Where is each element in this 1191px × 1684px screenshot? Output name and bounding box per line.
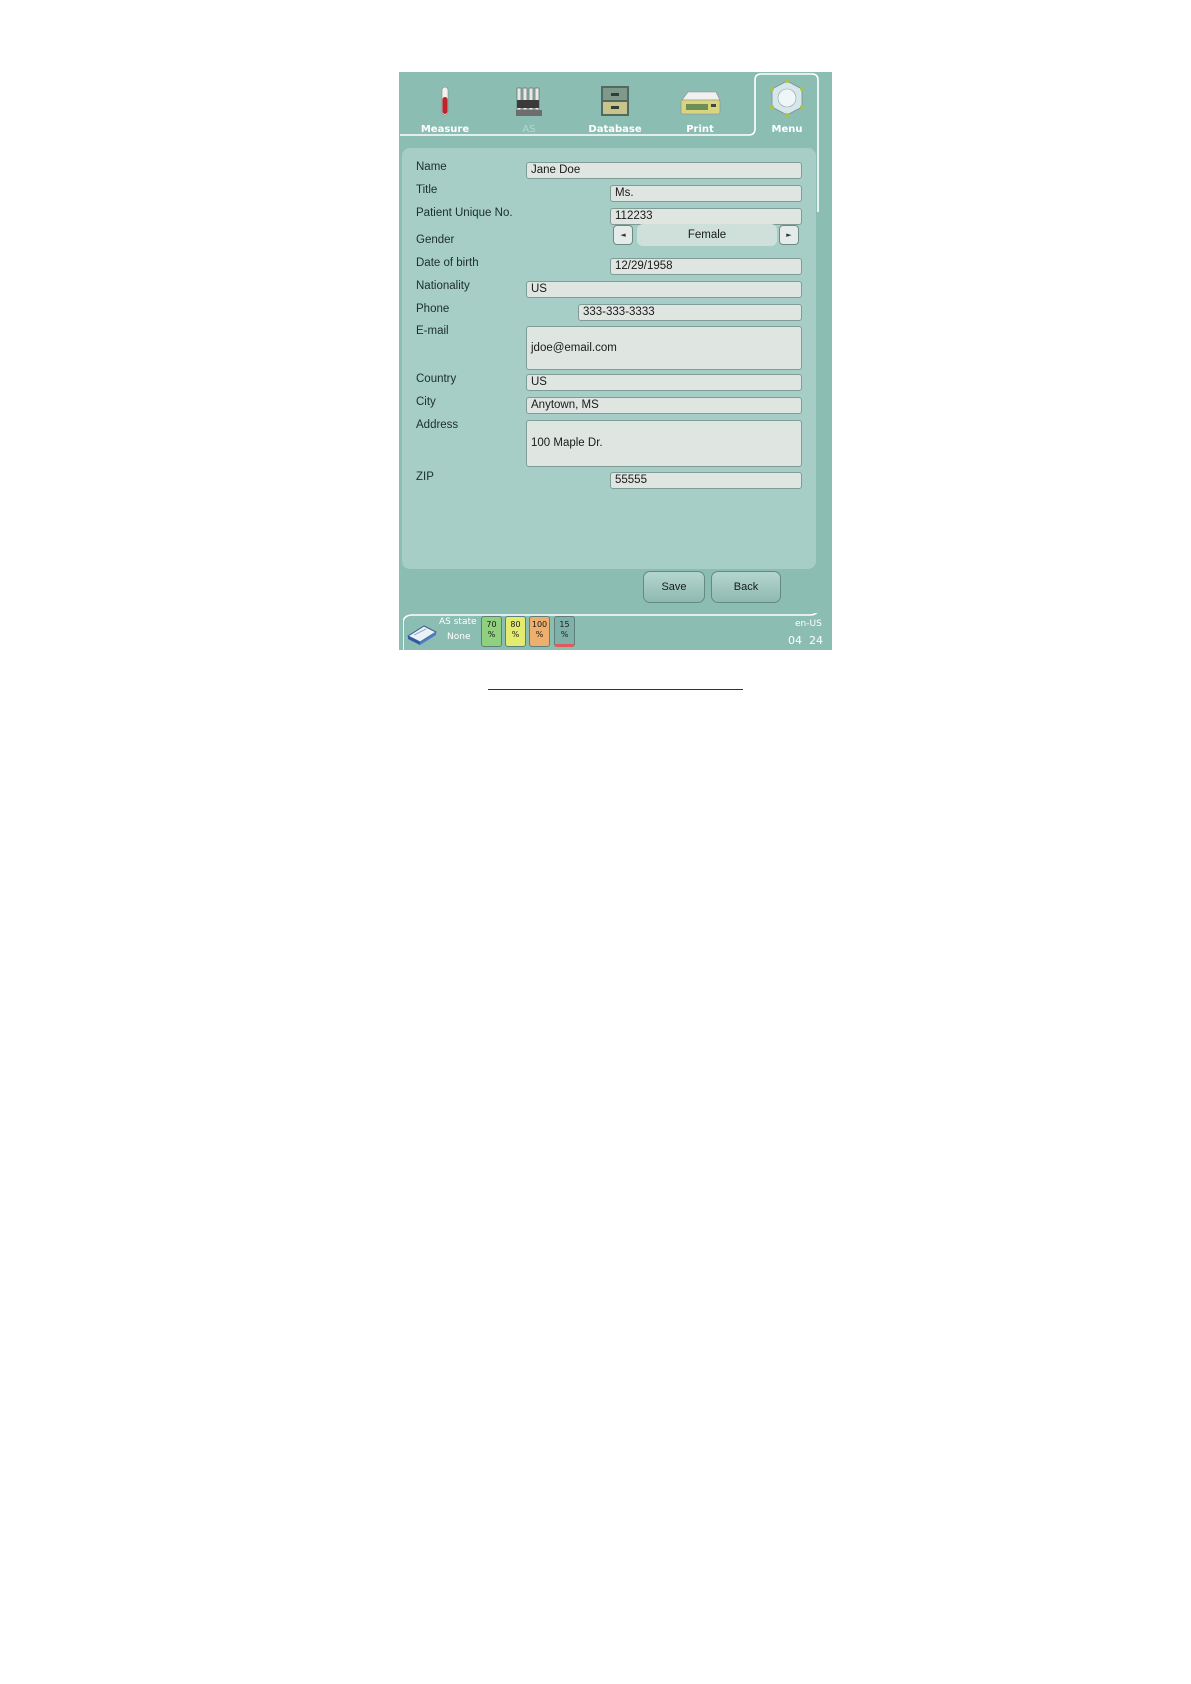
gauge-1-value: 70	[486, 620, 497, 629]
city-label: City	[416, 396, 436, 408]
reagent-gauge-4: 15 %	[554, 616, 575, 647]
title-field[interactable]: Ms.	[610, 185, 802, 202]
name-label: Name	[416, 161, 447, 173]
app-window: Measure AS Database Print Menu Name Jane…	[399, 72, 832, 650]
tab-measure[interactable]: Measure	[411, 72, 479, 136]
locale-indicator: en-US	[795, 619, 822, 629]
test-tube-icon	[441, 86, 449, 116]
country-field[interactable]: US	[526, 374, 802, 391]
gauge-1-unit: %	[487, 630, 496, 639]
nationality-field[interactable]: US	[526, 281, 802, 298]
tab-database[interactable]: Database	[575, 72, 655, 136]
patient-form-panel: Name Jane Doe Title Ms. Patient Unique N…	[402, 148, 816, 569]
gauge-2-unit: %	[511, 630, 520, 639]
email-field[interactable]: jdoe@email.com	[526, 326, 802, 370]
back-button[interactable]: Back	[711, 571, 781, 603]
tab-as-label: AS	[522, 124, 536, 135]
email-label: E-mail	[416, 325, 449, 337]
clock-minute: 24	[809, 634, 823, 647]
gauge-3-unit: %	[535, 630, 544, 639]
zip-field[interactable]: 55555	[610, 472, 802, 489]
nationality-label: Nationality	[416, 280, 470, 292]
tab-menu[interactable]: Menu	[757, 72, 817, 136]
title-label: Title	[416, 184, 438, 196]
tab-menu-label: Menu	[771, 124, 803, 135]
gender-value: Female	[637, 224, 777, 246]
reagent-gauge-1: 70 %	[481, 616, 502, 647]
sample-rack-icon	[516, 87, 542, 116]
gauge-4-value: 15	[559, 620, 570, 629]
gender-next-button[interactable]: ►	[779, 225, 799, 245]
clock-hour: 04	[788, 634, 802, 647]
name-field[interactable]: Jane Doe	[526, 162, 802, 179]
country-label: Country	[416, 373, 457, 385]
dob-field[interactable]: 12/29/1958	[610, 258, 802, 275]
gender-label: Gender	[416, 234, 455, 246]
address-label: Address	[416, 419, 459, 431]
tab-as: AS	[499, 72, 559, 136]
printer-icon	[680, 91, 721, 115]
save-button[interactable]: Save	[643, 571, 705, 603]
reagent-gauge-2: 80 %	[505, 616, 526, 647]
dob-label: Date of birth	[416, 257, 479, 269]
reagent-gauge-3: 100 %	[529, 616, 550, 647]
patient-no-field[interactable]: 112233	[610, 208, 802, 225]
city-field[interactable]: Anytown, MS	[526, 397, 802, 414]
gauge-2-value: 80	[510, 620, 521, 629]
caption-underline	[488, 689, 743, 690]
phone-label: Phone	[416, 303, 450, 315]
gauge-4-unit: %	[560, 630, 569, 639]
zip-label: ZIP	[416, 471, 434, 483]
tab-print[interactable]: Print	[665, 72, 735, 136]
as-state-value: None	[447, 632, 471, 642]
as-state-label: AS state	[439, 617, 477, 627]
address-field[interactable]: 100 Maple Dr.	[526, 420, 802, 467]
book-icon	[406, 625, 438, 645]
phone-field[interactable]: 333-333-3333	[578, 304, 802, 321]
gauge-3-value: 100	[531, 620, 548, 629]
menu-hub-icon	[770, 79, 804, 117]
gender-prev-button[interactable]: ◄	[613, 225, 633, 245]
database-cabinet-icon	[601, 86, 629, 116]
tab-database-label: Database	[588, 124, 642, 135]
tab-print-label: Print	[686, 124, 714, 135]
tab-measure-label: Measure	[420, 124, 470, 135]
patient-no-label: Patient Unique No.	[416, 207, 513, 219]
